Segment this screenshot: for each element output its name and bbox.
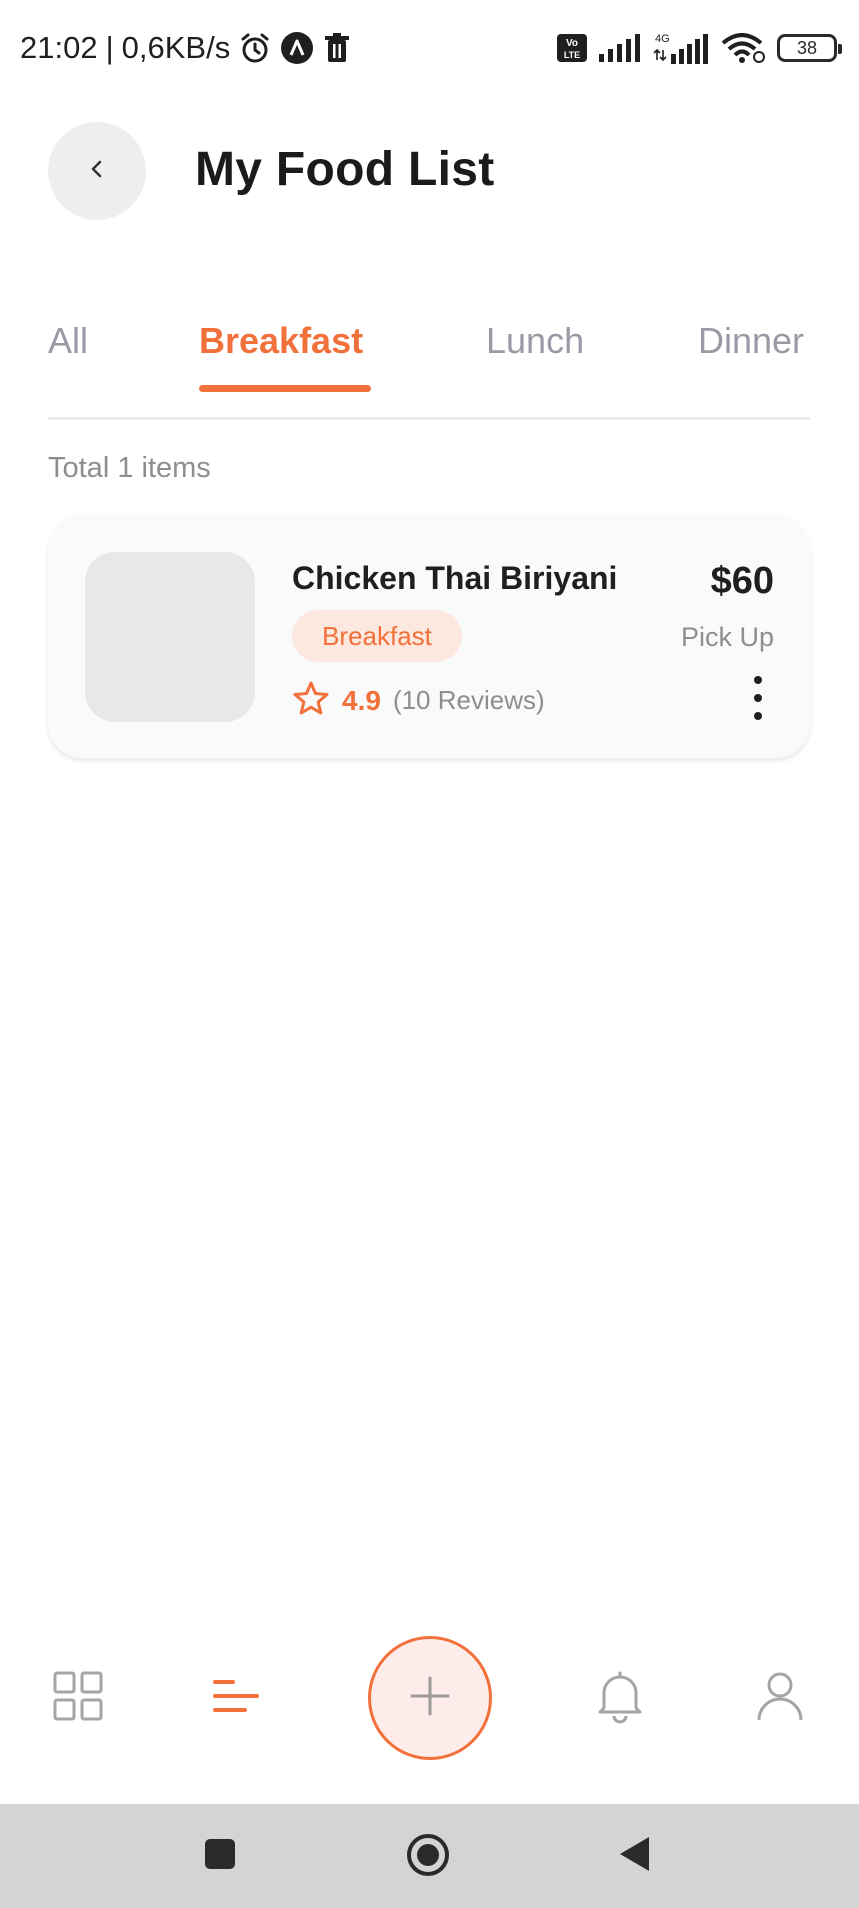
wifi-icon xyxy=(721,33,765,63)
rating-row: 4.9 (10 Reviews) xyxy=(292,680,545,721)
status-bar: 21:02 | 0,6KB/s Vo LTE 4G 38 xyxy=(0,0,859,102)
recent-apps-button[interactable] xyxy=(200,1836,240,1876)
food-name: Chicken Thai Biriyani xyxy=(292,560,618,596)
status-separator: | xyxy=(105,30,114,65)
add-food-button[interactable] xyxy=(368,1636,492,1760)
list-icon xyxy=(211,1674,261,1723)
tab-all[interactable]: All xyxy=(48,320,88,362)
back-nav-button[interactable] xyxy=(614,1836,654,1876)
square-icon xyxy=(204,1838,236,1875)
app-notification-icon xyxy=(280,31,314,65)
delivery-type: Pick Up xyxy=(680,622,774,652)
svg-text:Vo: Vo xyxy=(566,38,578,49)
status-left: 21:02 | 0,6KB/s xyxy=(20,30,352,66)
food-image-placeholder xyxy=(85,552,255,722)
food-price: $60 xyxy=(710,560,774,602)
more-options-button[interactable] xyxy=(748,676,768,720)
alarm-icon xyxy=(238,31,272,65)
tab-lunch[interactable]: Lunch xyxy=(486,320,584,362)
triangle-back-icon xyxy=(617,1835,651,1878)
rating-value: 4.9 xyxy=(342,684,381,716)
chevron-left-icon xyxy=(87,157,107,186)
svg-text:LTE: LTE xyxy=(564,50,580,60)
grid-icon xyxy=(52,1670,104,1727)
dot xyxy=(754,712,762,720)
food-item-card[interactable]: Chicken Thai Biriyani Breakfast 4.9 (10 … xyxy=(48,514,810,758)
trash-icon xyxy=(322,32,352,64)
tab-breakfast[interactable]: Breakfast xyxy=(199,320,363,362)
plus-icon xyxy=(408,1674,452,1723)
nav-food-list[interactable] xyxy=(206,1668,266,1728)
total-items-label: Total 1 items xyxy=(48,452,211,484)
status-time: 21:02 xyxy=(20,30,98,65)
active-tab-indicator xyxy=(199,385,371,392)
bell-icon xyxy=(594,1668,646,1729)
tab-dinner[interactable]: Dinner xyxy=(698,320,804,362)
system-navigation-bar xyxy=(0,1804,859,1908)
review-count: (10 Reviews) xyxy=(392,685,545,715)
dot xyxy=(754,676,762,684)
home-button[interactable] xyxy=(405,1833,451,1882)
status-speed: 0,6KB/s xyxy=(121,30,231,65)
dot xyxy=(754,694,762,702)
category-badge: Breakfast xyxy=(292,610,462,662)
volte-icon: Vo LTE xyxy=(557,34,587,62)
signal-icon-1 xyxy=(599,34,641,62)
page-title: My Food List xyxy=(195,143,495,196)
svg-text:4G: 4G xyxy=(655,33,670,45)
battery-indicator: 38 xyxy=(777,34,842,62)
back-button[interactable] xyxy=(48,122,146,220)
status-right: Vo LTE 4G 38 xyxy=(557,32,842,64)
home-circle-icon xyxy=(406,1833,450,1882)
nav-dashboard[interactable] xyxy=(48,1668,108,1728)
nav-profile[interactable] xyxy=(750,1668,810,1728)
star-icon xyxy=(292,680,330,721)
user-icon xyxy=(754,1668,806,1729)
bottom-navigation xyxy=(0,1620,859,1786)
nav-notifications[interactable] xyxy=(590,1668,650,1728)
signal-icon-2: 4G xyxy=(653,32,709,64)
category-tabs: All Breakfast Lunch Dinner xyxy=(48,320,810,420)
